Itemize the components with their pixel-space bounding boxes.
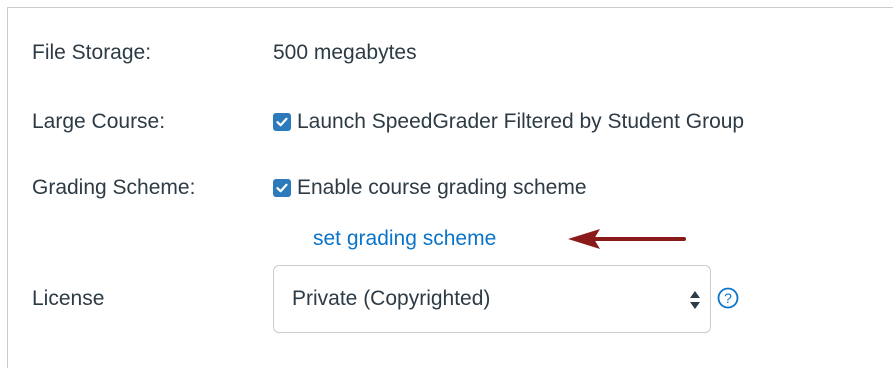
grading-scheme-checkbox-row[interactable]: Enable course grading scheme — [273, 175, 587, 201]
large-course-checkbox-label: Launch SpeedGrader Filtered by Student G… — [297, 110, 745, 133]
grading-scheme-label: Grading Scheme: — [32, 176, 196, 199]
file-storage-label: File Storage: — [32, 41, 152, 64]
grading-scheme-checkbox-label: Enable course grading scheme — [297, 176, 587, 199]
large-course-checkbox[interactable] — [273, 113, 291, 131]
file-storage-value: 500 megabytes — [273, 41, 417, 64]
checkmark-icon — [276, 183, 288, 193]
large-course-label: Large Course: — [32, 110, 166, 133]
updown-caret-icon — [690, 291, 700, 309]
left-arrow-icon — [568, 229, 686, 249]
help-circle-icon[interactable]: ? — [717, 287, 739, 309]
large-course-checkbox-row[interactable]: Launch SpeedGrader Filtered by Student G… — [273, 109, 744, 135]
license-select-value: Private (Copyrighted) — [292, 287, 491, 310]
checkmark-icon — [276, 117, 288, 127]
svg-text:?: ? — [724, 290, 732, 306]
license-select[interactable]: Private (Copyrighted) — [273, 265, 711, 333]
set-grading-scheme-link[interactable]: set grading scheme — [313, 226, 496, 252]
license-label: License — [32, 287, 105, 310]
grading-scheme-checkbox[interactable] — [273, 179, 291, 197]
